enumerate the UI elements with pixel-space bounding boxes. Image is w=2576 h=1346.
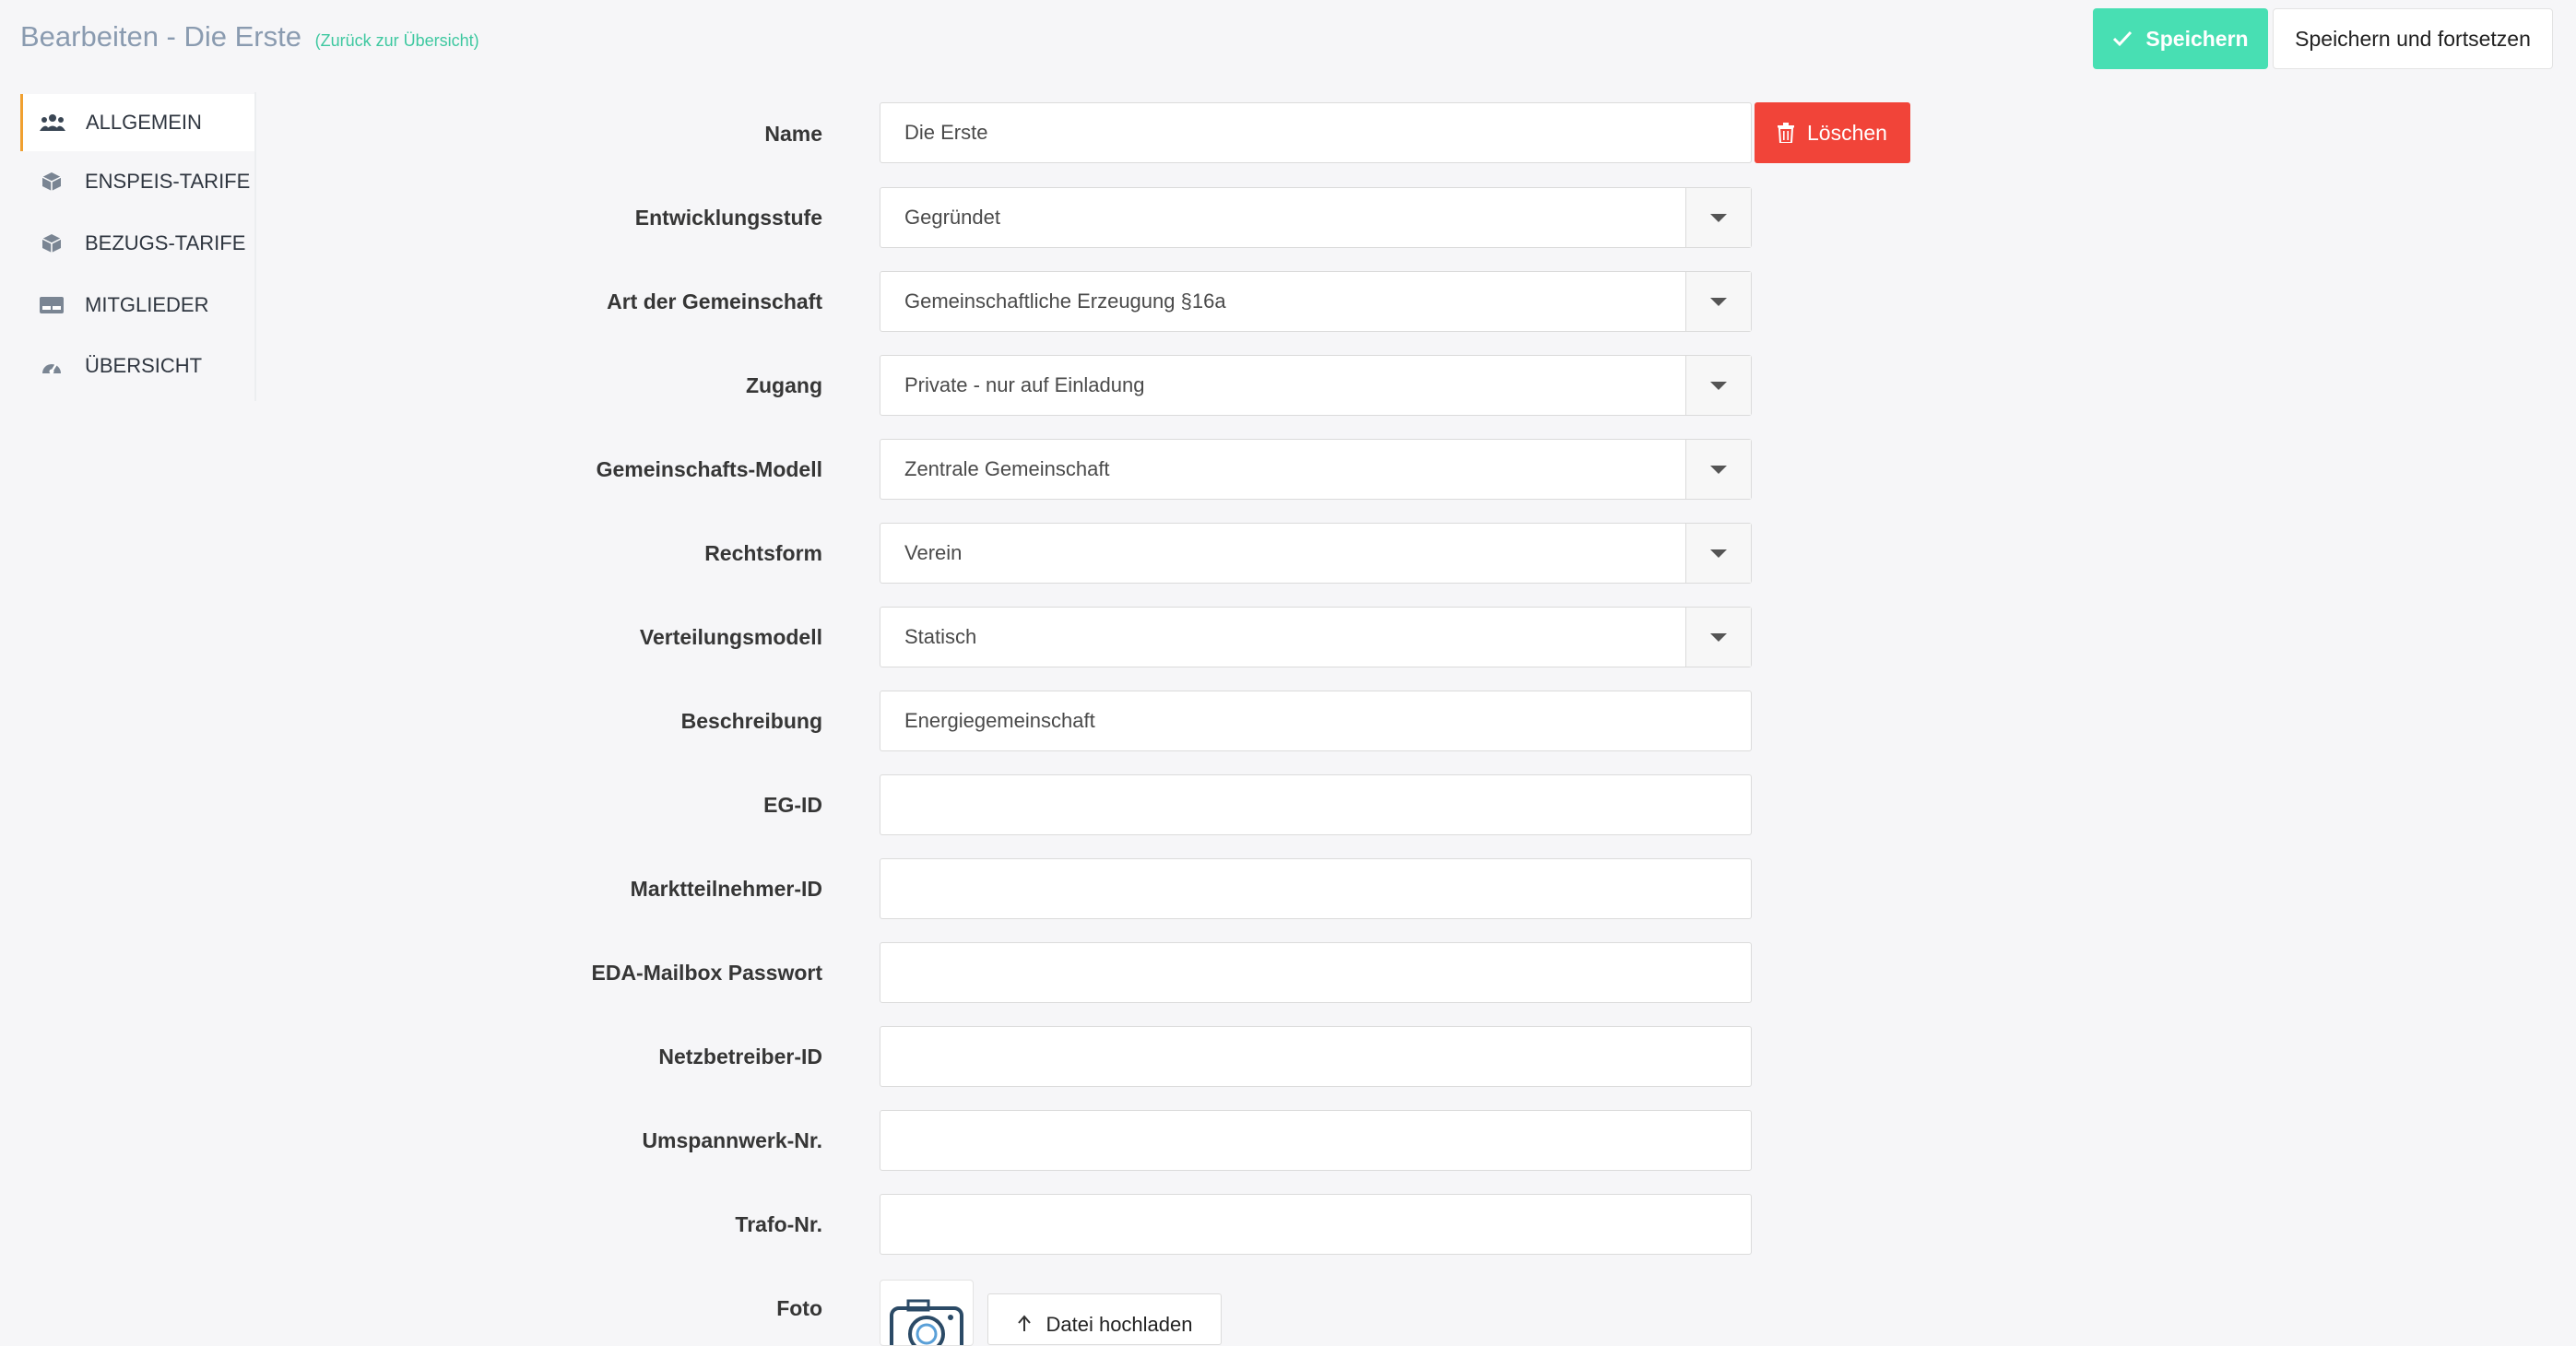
page-title: Bearbeiten - Die Erste (Zurück zur Übers…	[20, 20, 479, 53]
select-value: Zentrale Gemeinschaft	[904, 457, 1110, 480]
eda-mailbox-password-input[interactable]	[880, 942, 1752, 1003]
label-zugang: Zugang	[745, 373, 822, 397]
verteilungsmodell-select[interactable]: Statisch	[880, 607, 1752, 667]
save-button-label: Speichern	[2145, 26, 2249, 51]
label-name: Name	[764, 122, 822, 146]
sidebar: ALLGEMEIN ENSPEIS-TARIFE BEZUGS-TARIFE M…	[20, 92, 256, 401]
save-and-continue-label: Speichern und fortsetzen	[2295, 26, 2531, 51]
delete-button-label: Löschen	[1807, 120, 1887, 145]
cube-icon	[39, 233, 65, 254]
sidebar-item-label: BEZUGS-TARIFE	[85, 231, 246, 254]
select-value: Private - nur auf Einladung	[904, 373, 1145, 396]
users-icon	[40, 112, 65, 133]
beschreibung-input[interactable]	[880, 691, 1752, 751]
chevron-down-icon[interactable]	[1685, 608, 1751, 667]
upload-file-button[interactable]: Datei hochladen	[987, 1293, 1222, 1345]
sidebar-item-enspeis-tarife[interactable]: ENSPEIS-TARIFE	[20, 153, 254, 210]
marktteilnehmer-id-input[interactable]	[880, 858, 1752, 919]
sidebar-item-label: ÜBERSICHT	[85, 354, 203, 377]
sidebar-item-uebersicht[interactable]: ÜBERSICHT	[20, 337, 254, 395]
sidebar-item-label: ALLGEMEIN	[86, 111, 202, 134]
upload-icon	[1018, 1315, 1032, 1331]
select-value: Gegründet	[904, 206, 1000, 229]
label-entwicklungsstufe: Entwicklungsstufe	[634, 206, 822, 230]
dashboard-icon	[39, 356, 65, 376]
label-umspannwerk-nr: Umspannwerk-Nr.	[642, 1128, 822, 1152]
select-value: Statisch	[904, 625, 977, 648]
netzbetreiber-id-input[interactable]	[880, 1026, 1752, 1087]
label-gemeinschafts-modell: Gemeinschafts-Modell	[596, 457, 822, 481]
sidebar-item-allgemein[interactable]: ALLGEMEIN	[20, 94, 254, 151]
chevron-down-icon[interactable]	[1685, 272, 1751, 331]
camera-icon	[890, 1299, 963, 1345]
label-rechtsform: Rechtsform	[704, 541, 822, 565]
chevron-down-icon[interactable]	[1685, 188, 1751, 247]
label-netzbetreiber-id: Netzbetreiber-ID	[658, 1045, 822, 1069]
label-verteilungsmodell: Verteilungsmodell	[639, 625, 822, 649]
name-input[interactable]	[880, 102, 1752, 163]
id-card-icon	[39, 295, 65, 315]
page-title-text: Bearbeiten - Die Erste	[20, 20, 301, 53]
label-eg-id: EG-ID	[763, 793, 822, 817]
back-to-overview-link[interactable]: (Zurück zur Übersicht)	[315, 31, 479, 50]
sidebar-item-bezugs-tarife[interactable]: BEZUGS-TARIFE	[20, 215, 254, 272]
select-value: Verein	[904, 541, 963, 564]
trash-icon	[1778, 123, 1795, 143]
chevron-down-icon[interactable]	[1685, 356, 1751, 415]
chevron-down-icon[interactable]	[1685, 524, 1751, 583]
label-eda-mailbox-passwort: EDA-Mailbox Passwort	[591, 961, 823, 985]
label-foto: Foto	[776, 1296, 822, 1320]
rechtsform-select[interactable]: Verein	[880, 523, 1752, 584]
label-art-der-gemeinschaft: Art der Gemeinschaft	[607, 289, 822, 313]
save-and-continue-button[interactable]: Speichern und fortsetzen	[2273, 8, 2553, 69]
entwicklungsstufe-select[interactable]: Gegründet	[880, 187, 1752, 248]
label-marktteilnehmer-id: Marktteilnehmer-ID	[630, 877, 822, 901]
gemeinschafts-modell-select[interactable]: Zentrale Gemeinschaft	[880, 439, 1752, 500]
cube-icon	[39, 171, 65, 192]
trafo-nr-input[interactable]	[880, 1194, 1752, 1255]
sidebar-item-label: MITGLIEDER	[85, 293, 209, 316]
save-button[interactable]: Speichern	[2093, 8, 2268, 69]
upload-file-label: Datei hochladen	[1046, 1313, 1193, 1336]
label-beschreibung: Beschreibung	[680, 709, 822, 733]
delete-button[interactable]: Löschen	[1755, 102, 1910, 163]
check-icon	[2113, 30, 2133, 47]
zugang-select[interactable]: Private - nur auf Einladung	[880, 355, 1752, 416]
eg-id-input[interactable]	[880, 774, 1752, 835]
sidebar-item-label: ENSPEIS-TARIFE	[85, 170, 251, 193]
sidebar-item-mitglieder[interactable]: MITGLIEDER	[20, 277, 254, 334]
label-trafo-nr: Trafo-Nr.	[735, 1212, 822, 1236]
select-value: Gemeinschaftliche Erzeugung §16a	[904, 289, 1226, 313]
chevron-down-icon[interactable]	[1685, 440, 1751, 499]
umspannwerk-nr-input[interactable]	[880, 1110, 1752, 1171]
art-der-gemeinschaft-select[interactable]: Gemeinschaftliche Erzeugung §16a	[880, 271, 1752, 332]
photo-preview	[880, 1280, 974, 1346]
